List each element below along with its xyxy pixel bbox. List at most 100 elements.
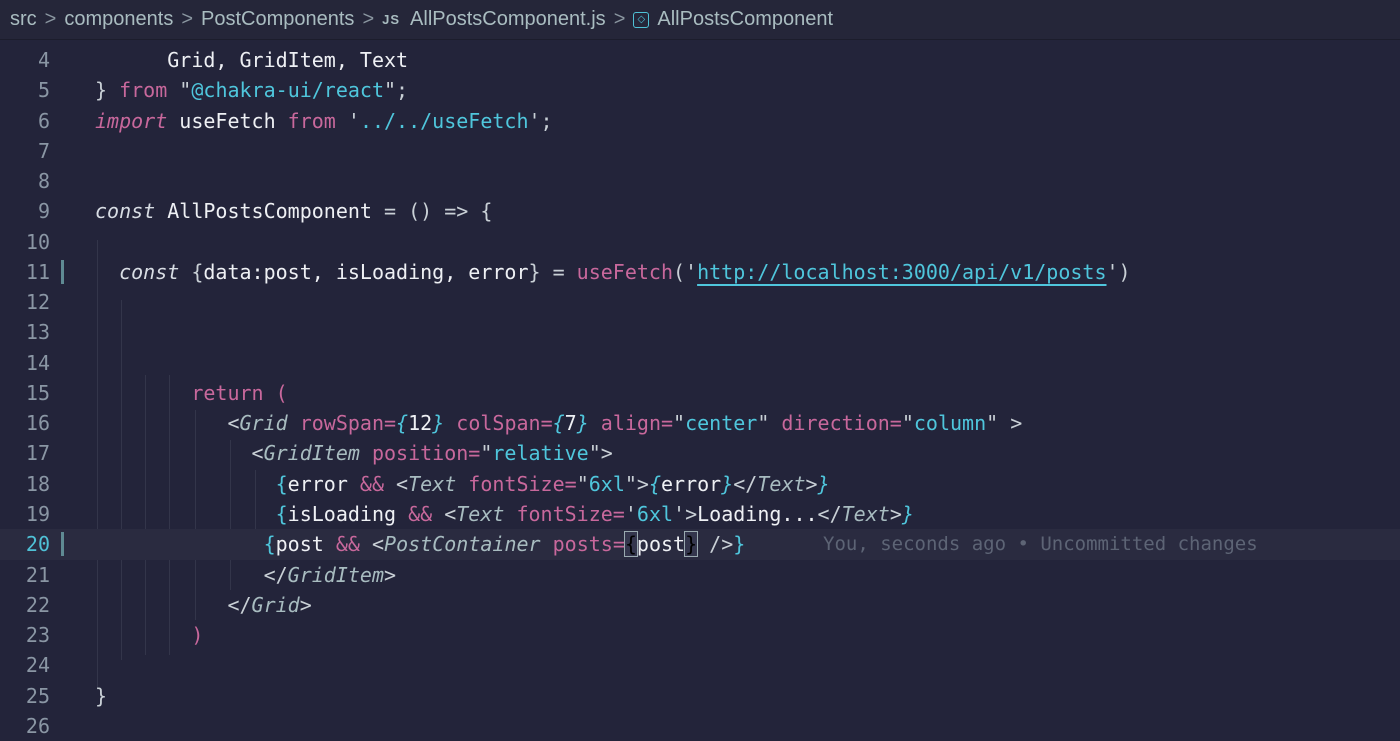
code-token: "	[673, 411, 686, 436]
code-token: }	[432, 411, 445, 436]
breadcrumb-file[interactable]: AllPostsComponent.js	[410, 8, 606, 31]
code-token: 12	[408, 411, 433, 436]
code-line[interactable]: 13	[0, 317, 1400, 347]
code-token: ('	[673, 259, 698, 284]
code-line[interactable]: 11 const {data:post, isLoading, error} =…	[0, 257, 1400, 287]
line-number[interactable]: 18	[0, 469, 50, 499]
code-line[interactable]: 19 {isLoading && <Text fontSize='6xl'>Lo…	[0, 499, 1400, 529]
code-token: GridItem	[263, 441, 360, 466]
code-line[interactable]: 18 {error && <Text fontSize="6xl">{error…	[0, 469, 1400, 499]
code-token: = () => {	[384, 199, 493, 224]
code-text: Grid, GridItem, Text	[95, 45, 408, 75]
line-number[interactable]: 21	[0, 560, 50, 590]
code-text: return (	[95, 378, 288, 408]
code-text: {error && <Text fontSize="6xl">{error}</…	[95, 469, 830, 499]
line-number[interactable]: 17	[0, 438, 50, 468]
code-line[interactable]: 24	[0, 650, 1400, 680]
line-number[interactable]: 8	[0, 166, 50, 196]
code-token: const	[95, 199, 156, 224]
code-line[interactable]: 4 Grid, GridItem, Text	[0, 45, 1400, 75]
line-number[interactable]: 7	[0, 136, 50, 166]
line-number[interactable]: 9	[0, 196, 50, 226]
code-token: Text	[841, 501, 890, 526]
code-token: '>	[673, 501, 698, 526]
code-line[interactable]: 23 )	[0, 620, 1400, 650]
code-token: post	[275, 532, 336, 557]
code-token: ')	[1106, 259, 1131, 284]
code-token[interactable]: http://localhost:3000/api/v1/posts	[697, 260, 1106, 284]
code-token: </	[95, 592, 252, 617]
code-token: >	[805, 471, 818, 496]
code-token: from	[119, 78, 168, 103]
line-number[interactable]: 23	[0, 620, 50, 650]
code-line[interactable]: 21 </GridItem>	[0, 560, 1400, 590]
code-line[interactable]: 25}	[0, 681, 1400, 711]
code-line[interactable]: 12	[0, 287, 1400, 317]
line-number[interactable]: 24	[0, 650, 50, 680]
git-modified-marker[interactable]	[61, 259, 64, 284]
line-number[interactable]: 22	[0, 590, 50, 620]
line-number[interactable]: 11	[0, 257, 50, 287]
chevron-right-icon: >	[362, 8, 375, 30]
code-token: fontSize=	[504, 501, 625, 526]
code-line[interactable]: 7	[0, 136, 1400, 166]
code-token: Text	[408, 471, 457, 496]
code-token: column	[913, 411, 987, 436]
code-token: (	[263, 380, 288, 405]
line-number[interactable]: 14	[0, 348, 50, 378]
breadcrumb-symbol[interactable]: AllPostsComponent	[657, 8, 833, 31]
code-editor[interactable]: 4 Grid, GridItem, Text 5} from "@chakra-u…	[0, 45, 1400, 741]
code-line[interactable]: 17 <GridItem position="relative">	[0, 438, 1400, 468]
code-token: colSpan=	[444, 411, 553, 436]
code-line[interactable]: 5} from "@chakra-ui/react";	[0, 75, 1400, 105]
code-token: Grid	[239, 411, 288, 436]
code-line[interactable]: 14	[0, 348, 1400, 378]
line-number[interactable]: 10	[0, 227, 50, 257]
code-text: <GridItem position="relative">	[95, 438, 613, 468]
code-token: "	[576, 471, 589, 496]
line-number[interactable]: 13	[0, 317, 50, 347]
code-line[interactable]: 26	[0, 711, 1400, 741]
code-token: />	[697, 532, 734, 557]
code-token: {	[396, 411, 409, 436]
code-token: Loading...	[697, 501, 818, 526]
code-line[interactable]: 15 return (	[0, 378, 1400, 408]
code-token: }	[576, 411, 589, 436]
code-line[interactable]: 8	[0, 166, 1400, 196]
code-token: }	[901, 501, 914, 526]
code-token: isLoading	[287, 501, 409, 526]
code-token: useFetch	[576, 259, 673, 284]
code-text: const {data:post, isLoading, error} = us…	[95, 257, 1131, 287]
code-line[interactable]: 22 </Grid>	[0, 590, 1400, 620]
line-number[interactable]: 5	[0, 75, 50, 105]
code-token: fontSize=	[456, 471, 577, 496]
code-line[interactable]: 16 <Grid rowSpan={12} colSpan={7} align=…	[0, 408, 1400, 438]
line-number[interactable]: 4	[0, 45, 50, 75]
line-number[interactable]: 6	[0, 106, 50, 136]
code-token: 6xl	[636, 501, 674, 526]
breadcrumb-postcomponents[interactable]: PostComponents	[201, 8, 354, 31]
code-line[interactable]: 6 import useFetch from '../../useFetch';	[0, 106, 1400, 136]
code-token: Grid, GridItem, Text	[95, 48, 409, 72]
line-number[interactable]: 12	[0, 287, 50, 317]
line-number[interactable]: 20	[0, 529, 50, 559]
code-line[interactable]: 10	[0, 227, 1400, 257]
breadcrumb-src[interactable]: src	[10, 8, 37, 31]
code-text: {isLoading && <Text fontSize='6xl'>Loadi…	[95, 499, 914, 529]
code-token: <	[95, 411, 240, 436]
git-blame-annotation: You, seconds ago • Uncommitted changes	[823, 533, 1258, 556]
git-modified-marker[interactable]	[61, 532, 64, 557]
code-line[interactable]: 20 {post && <PostContainer posts={post} …	[0, 529, 1400, 560]
breadcrumb-components[interactable]: components	[64, 8, 173, 31]
code-token: >	[889, 501, 902, 526]
line-number[interactable]: 15	[0, 378, 50, 408]
line-number[interactable]: 25	[0, 681, 50, 711]
code-token: >	[383, 562, 397, 587]
line-number[interactable]: 16	[0, 408, 50, 438]
code-token: {	[95, 471, 288, 496]
line-number[interactable]: 26	[0, 711, 50, 741]
code-text: </Grid>	[95, 590, 311, 620]
code-token: 6xl	[588, 471, 625, 496]
code-line[interactable]: 9 const AllPostsComponent = () => {	[0, 196, 1400, 226]
line-number[interactable]: 19	[0, 499, 50, 529]
